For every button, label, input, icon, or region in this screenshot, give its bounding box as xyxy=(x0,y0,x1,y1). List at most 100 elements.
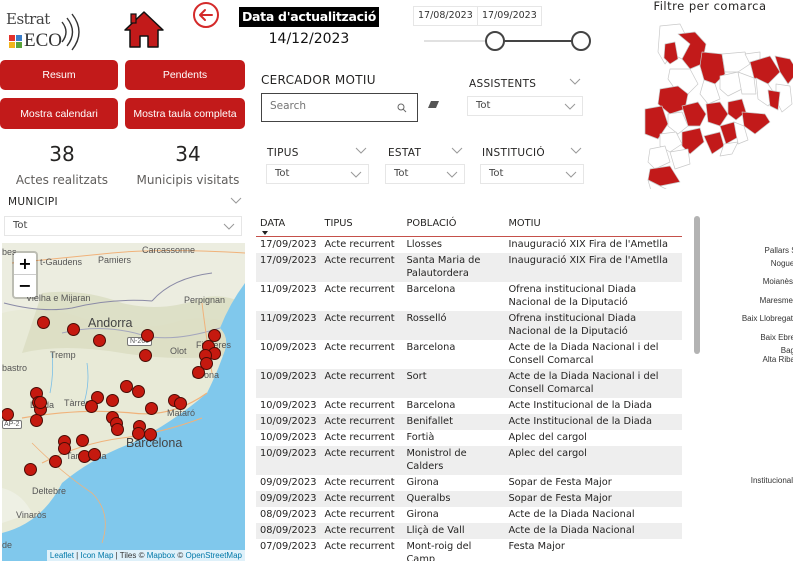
cell-motiu: Ofrena institucional Diada Nacional de l… xyxy=(508,284,637,308)
table-row[interactable]: 10/09/2023 Acte recurrent Fortià Aplec del … xyxy=(256,430,682,446)
cell-tipus: Acte recurrent xyxy=(324,239,395,250)
table-row[interactable]: 07/09/2023 Acte recurrent Mont-roig del Ca… xyxy=(256,539,682,561)
cell-motiu: Sopar de Festa Major xyxy=(504,491,682,507)
table-row[interactable]: 09/09/2023 Acte recurrent Girona Sopar de F… xyxy=(256,475,682,491)
map-place-label: Deltebre xyxy=(32,486,67,496)
cell-data: 08/09/2023 xyxy=(256,523,321,539)
home-button[interactable] xyxy=(122,9,166,49)
resum-button[interactable]: Resum xyxy=(0,60,118,90)
chevron-down-icon[interactable] xyxy=(355,147,367,155)
leaflet-link[interactable]: Leaflet xyxy=(50,551,74,560)
estat-dropdown[interactable]: Tot xyxy=(385,164,465,184)
zoom-in-button[interactable]: + xyxy=(14,253,36,275)
map-marker[interactable] xyxy=(76,434,89,447)
kpi-municipis-value: 34 xyxy=(175,142,201,166)
map-marker[interactable] xyxy=(58,442,71,455)
institucio-dropdown[interactable]: Tot xyxy=(480,164,584,184)
map-marker[interactable] xyxy=(30,414,43,427)
search-icon[interactable] xyxy=(397,103,407,113)
date-slider-start-handle[interactable] xyxy=(485,31,505,51)
map-marker[interactable] xyxy=(34,396,47,409)
cell-motiu: Ofrena institucional Diada Nacional de l… xyxy=(504,311,682,340)
table-row[interactable]: 11/09/2023 Acte recurrent Rosselló Ofrena i… xyxy=(256,311,682,340)
table-row[interactable]: 08/09/2023 Acte recurrent Lliçà de Vall Act… xyxy=(256,523,682,539)
map-marker[interactable] xyxy=(37,316,50,329)
cell-motiu: Inauguració XIX Fira de l'Ametlla xyxy=(504,253,682,282)
show-calendar-button[interactable]: Mostra calendari xyxy=(0,98,118,129)
map-marker[interactable] xyxy=(24,463,37,476)
events-map[interactable]: bes t-Gaudens Pamiers Carcassonne Vielha… xyxy=(2,243,245,561)
map-marker[interactable] xyxy=(174,397,187,410)
back-button[interactable] xyxy=(192,1,220,29)
chevron-down-icon[interactable] xyxy=(570,147,582,155)
update-date-value: 14/12/2023 xyxy=(268,31,350,47)
table-header-row: DATA TIPUS POBLACIÓ MOTIU xyxy=(256,213,682,237)
tipus-dropdown[interactable]: Tot xyxy=(266,164,369,184)
cell-data: 10/09/2023 xyxy=(260,432,317,443)
map-marker[interactable] xyxy=(141,329,154,342)
column-header-data[interactable]: DATA xyxy=(256,213,321,237)
comarca-shape xyxy=(703,131,725,155)
map-marker[interactable] xyxy=(93,334,106,347)
municipi-dropdown[interactable]: Tot xyxy=(4,216,242,236)
map-marker[interactable] xyxy=(132,385,145,398)
iconmap-link[interactable]: Icon Map xyxy=(80,551,113,560)
show-full-table-button[interactable]: Mostra taula completa xyxy=(125,98,245,129)
mapbox-link[interactable]: Mapbox xyxy=(147,551,175,560)
map-marker[interactable] xyxy=(144,428,157,441)
side-chart-label: Moianès xyxy=(762,277,793,286)
search-input[interactable] xyxy=(270,100,390,112)
table-row[interactable]: 09/09/2023 Acte recurrent Queralbs Sopar de… xyxy=(256,491,682,507)
cell-poblacio: Girona xyxy=(406,509,439,520)
pendents-button[interactable]: Pendents xyxy=(125,60,245,90)
map-marker[interactable] xyxy=(192,366,205,379)
table-row[interactable]: 10/09/2023 Acte recurrent Barcelona Acte In… xyxy=(256,398,682,414)
map-marker[interactable] xyxy=(139,349,152,362)
region-map-title: Filtre per comarca xyxy=(653,0,767,13)
column-header-motiu[interactable]: MOTIU xyxy=(504,213,682,237)
side-chart-labels: Pallars So Noguer Moianès Maresme Baix L… xyxy=(700,240,793,561)
openstreetmap-link[interactable]: OpenStreetMap xyxy=(186,551,242,560)
estrateco-logo: Estrat ECO xyxy=(4,8,90,52)
table-row[interactable]: 11/09/2023 Acte recurrent Barcelona Ofrena … xyxy=(256,282,682,311)
map-marker[interactable] xyxy=(49,455,62,468)
cell-data: 11/09/2023 xyxy=(260,284,317,295)
map-marker[interactable] xyxy=(67,323,80,336)
table-row[interactable]: 10/09/2023 Acte recurrent Monistrol de Cal… xyxy=(256,446,682,475)
comarca-shape xyxy=(669,148,691,170)
table-row[interactable]: 10/09/2023 Acte recurrent Barcelona Acte de… xyxy=(256,340,682,369)
table-row[interactable]: 10/09/2023 Acte recurrent Benifallet Acte I… xyxy=(256,414,682,430)
column-header-tipus[interactable]: TIPUS xyxy=(320,213,403,237)
column-header-poblacio[interactable]: POBLACIÓ xyxy=(402,213,505,237)
update-date-label: Data d'actualització xyxy=(239,7,379,27)
eraser-icon[interactable] xyxy=(427,100,440,110)
comarca-shape xyxy=(699,79,721,105)
cell-motiu: Inauguració XIX Fira de l'Ametlla xyxy=(508,239,669,250)
side-chart-label: Institucional xyxy=(750,476,793,485)
map-marker[interactable] xyxy=(85,400,98,413)
institucio-dropdown-value: Tot xyxy=(489,168,504,179)
map-marker[interactable] xyxy=(111,423,124,436)
cell-motiu: Aplec del cargol xyxy=(504,446,682,475)
date-slider-end-handle[interactable] xyxy=(571,31,591,51)
chevron-down-icon[interactable] xyxy=(569,78,581,86)
map-marker[interactable] xyxy=(88,448,101,461)
chevron-down-icon[interactable] xyxy=(230,197,242,205)
assistents-dropdown-value: Tot xyxy=(476,100,491,111)
chevron-down-icon[interactable] xyxy=(451,147,463,155)
zoom-out-button[interactable]: − xyxy=(14,275,36,297)
date-start-input[interactable]: 17/08/2023 xyxy=(413,6,478,26)
map-marker[interactable] xyxy=(106,394,119,407)
cell-motiu: Acte de la Diada Nacional i del Consell … xyxy=(508,342,659,366)
table-row[interactable]: 17/09/2023 Acte recurrent Llosses Inaugurac… xyxy=(256,237,682,254)
date-end-input[interactable]: 17/09/2023 xyxy=(477,6,542,26)
map-marker[interactable] xyxy=(145,402,158,415)
table-row[interactable]: 08/09/2023 Acte recurrent Girona Acte de la… xyxy=(256,507,682,523)
table-row[interactable]: 17/09/2023 Acte recurrent Santa Maria de P… xyxy=(256,253,682,282)
map-place-label: Olot xyxy=(170,346,187,356)
side-chart-label: Baix Llobregat xyxy=(741,314,793,323)
table-row[interactable]: 10/09/2023 Acte recurrent Sort Acte de la D… xyxy=(256,369,682,398)
assistents-dropdown[interactable]: Tot xyxy=(467,96,583,116)
cell-data: 07/09/2023 xyxy=(260,541,317,552)
comarca-filter-map[interactable] xyxy=(620,14,793,189)
